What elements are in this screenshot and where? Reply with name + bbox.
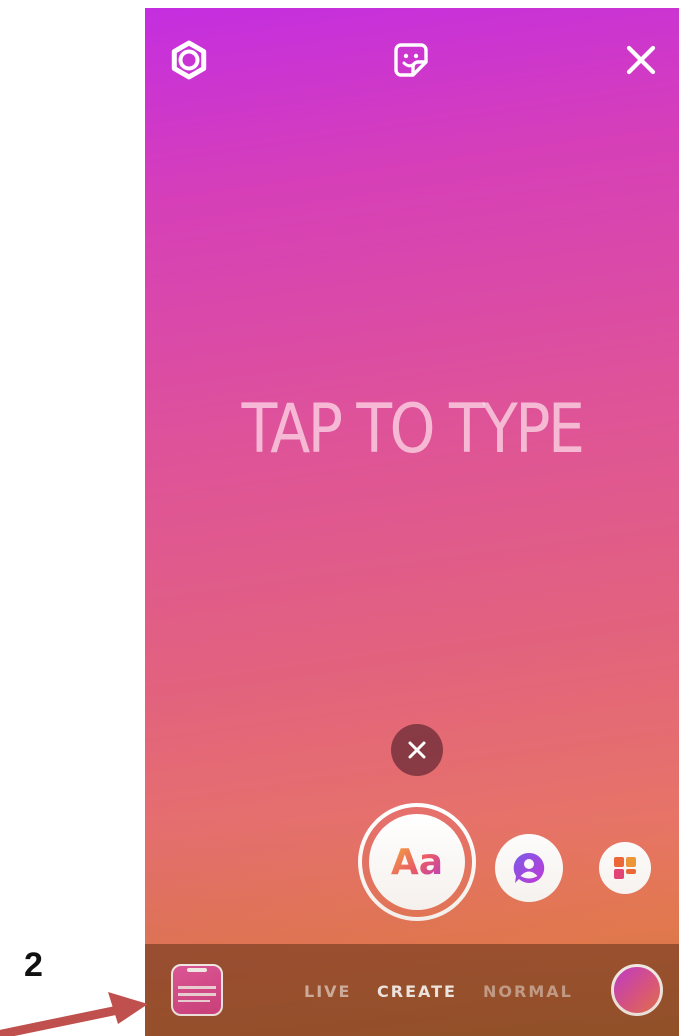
sticker-icon [394,43,428,77]
templates-icon [614,857,636,879]
sticker-button[interactable] [389,38,433,82]
tap-to-type-prompt[interactable]: TAP TO TYPE [182,390,641,469]
capture-button[interactable] [611,964,663,1016]
close-icon [626,45,656,75]
gallery-thumbnail-button[interactable] [171,964,223,1016]
mention-button[interactable] [495,834,563,902]
thumbnail-text-line [178,1000,210,1002]
text-style-label: Aa [390,841,444,883]
camera-mode-bar: LIVE CREATE NORMAL [145,944,679,1036]
dismiss-button[interactable] [391,724,443,776]
mode-live[interactable]: LIVE [304,982,351,1001]
templates-button[interactable] [599,842,651,894]
mention-icon [513,852,545,883]
settings-button[interactable] [167,38,211,82]
text-style-button[interactable]: Aa [358,803,476,921]
annotation-arrow-icon [0,992,148,1036]
mode-normal[interactable]: NORMAL [483,982,573,1001]
text-style-button-face: Aa [369,814,465,910]
thumbnail-notch [187,968,207,972]
mode-create[interactable]: CREATE [377,982,457,1001]
settings-icon [171,40,207,80]
page: TAP TO TYPE Aa LIVE CREATE NORMAL 2 [0,0,679,1036]
thumbnail-text-line [178,986,216,989]
story-create-screen: TAP TO TYPE Aa LIVE CREATE NORMAL [145,8,679,1036]
close-icon [408,741,426,759]
thumbnail-text-line [178,993,216,996]
close-button[interactable] [619,38,663,82]
